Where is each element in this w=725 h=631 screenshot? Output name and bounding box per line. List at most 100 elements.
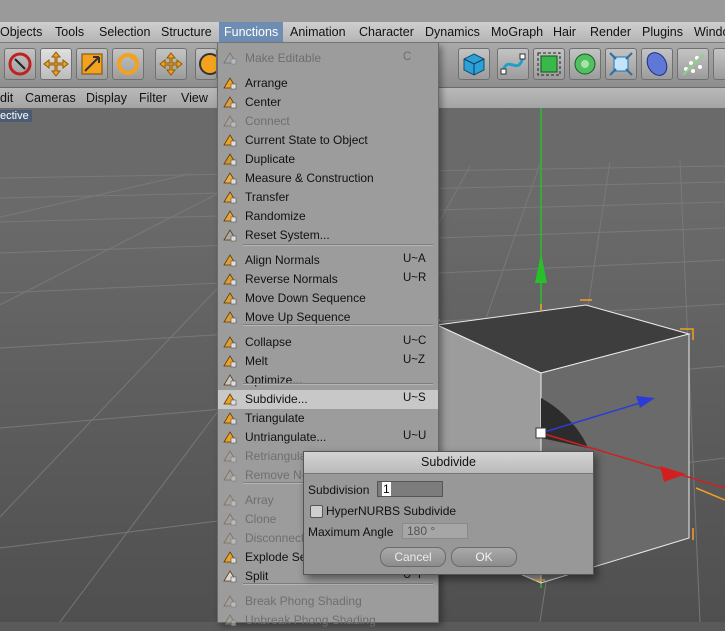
subdivision-input[interactable]: 1 <box>377 481 443 497</box>
light-icon[interactable] <box>713 48 725 80</box>
menu-item-unbreak-phong-shading: Unbreak Phong Shading <box>218 611 438 630</box>
menu-item-label: Subdivide... <box>245 392 308 406</box>
menu-item-align-normals[interactable]: Align Normals U~A <box>218 251 438 270</box>
live-selection-icon[interactable] <box>4 48 36 80</box>
menu-functions[interactable]: Functions <box>219 22 284 42</box>
center-icon <box>222 95 238 110</box>
spline-icon[interactable] <box>497 48 529 80</box>
menu-plugins[interactable]: Plugins <box>642 25 683 39</box>
max-angle-input[interactable]: 180 ° <box>402 523 468 539</box>
viewport-menu-cameras[interactable]: Cameras <box>25 91 76 105</box>
menu-item-melt[interactable]: Melt U~Z <box>218 352 438 371</box>
menu-render[interactable]: Render <box>590 25 631 39</box>
menu-character[interactable]: Character <box>359 25 414 39</box>
menu-separator <box>243 583 433 585</box>
menu-item-label: Unbreak Phong Shading <box>245 613 376 627</box>
menu-item-shortcut: U~A <box>403 253 426 265</box>
menu-item-subdivide[interactable]: Subdivide... U~S <box>218 390 438 409</box>
clone-icon <box>222 512 238 527</box>
menu-item-label: Break Phong Shading <box>245 594 362 608</box>
menu-item-shortcut: U~S <box>403 392 426 404</box>
menu-item-center[interactable]: Center <box>218 93 438 112</box>
melt-icon <box>222 354 238 369</box>
menu-item-move-down-sequence[interactable]: Move Down Sequence <box>218 289 438 308</box>
menu-item-label: Current State to Object <box>245 133 368 147</box>
current-state-icon <box>222 133 238 148</box>
menu-item-optimize[interactable]: Optimize... <box>218 371 438 390</box>
viewport-menu-view[interactable]: View <box>181 91 208 105</box>
particle-icon[interactable] <box>677 48 709 80</box>
move-tool-icon[interactable] <box>40 48 72 80</box>
menu-item-label: Duplicate <box>245 152 296 166</box>
menu-item-label: Center <box>245 95 282 109</box>
untriangulate-icon <box>222 430 238 445</box>
scene-icon[interactable] <box>641 48 673 80</box>
menu-item-label: Reset System... <box>245 228 330 242</box>
viewport-menu-filter[interactable]: Filter <box>139 91 167 105</box>
menu-selection[interactable]: Selection <box>99 25 150 39</box>
menu-hair[interactable]: Hair <box>553 25 576 39</box>
hypernurbs-label: HyperNURBS Subdivide <box>326 504 457 518</box>
menu-item-reset-system[interactable]: Reset System... <box>218 226 438 245</box>
menu-item-label: Transfer <box>245 190 290 204</box>
menu-item-current-state-to-object[interactable]: Current State to Object <box>218 131 438 150</box>
rotate-tool-icon[interactable] <box>112 48 144 80</box>
menu-objects[interactable]: Objects <box>0 25 42 39</box>
make-editable-icon <box>222 51 238 66</box>
menu-separator <box>243 244 433 246</box>
ok-button[interactable]: OK <box>451 547 517 567</box>
nurbs-icon[interactable] <box>533 48 565 80</box>
menu-dynamics[interactable]: Dynamics <box>425 25 480 39</box>
menu-item-label: Array <box>245 493 274 507</box>
viewport-camera-label: ective <box>0 110 32 122</box>
array-object-icon[interactable] <box>569 48 601 80</box>
move-axis-icon[interactable] <box>155 48 187 80</box>
menu-item-shortcut: U~Z <box>403 354 426 366</box>
deformer-icon[interactable] <box>605 48 637 80</box>
cube-object-icon[interactable] <box>458 48 490 80</box>
hypernurbs-checkbox[interactable] <box>310 505 323 518</box>
optimize-icon <box>222 373 238 388</box>
window-title-strip <box>0 0 725 22</box>
menu-item-break-phong-shading: Break Phong Shading <box>218 592 438 611</box>
break-phong-icon <box>222 594 238 609</box>
menu-item-collapse[interactable]: Collapse U~C <box>218 333 438 352</box>
menu-item-transfer[interactable]: Transfer <box>218 188 438 207</box>
menu-item-label: Align Normals <box>245 253 320 267</box>
max-angle-label: Maximum Angle <box>308 525 394 539</box>
object-axis-handle[interactable] <box>535 427 547 439</box>
viewport-menu-display[interactable]: Display <box>86 91 127 105</box>
arrange-icon <box>222 76 238 91</box>
menu-animation[interactable]: Animation <box>290 25 346 39</box>
menu-item-label: Measure & Construction <box>245 171 374 185</box>
menu-tools[interactable]: Tools <box>55 25 84 39</box>
menu-item-label: Explode Se <box>245 550 307 564</box>
menu-item-label: Remove N- <box>245 468 306 482</box>
menu-item-arrange[interactable]: Arrange <box>218 74 438 93</box>
menu-item-untriangulate[interactable]: Untriangulate... U~U <box>218 428 438 447</box>
menu-item-label: Reverse Normals <box>245 272 338 286</box>
menu-window[interactable]: Windo <box>694 25 725 39</box>
menu-mograph[interactable]: MoGraph <box>491 25 543 39</box>
subdivision-label: Subdivision <box>308 483 370 497</box>
menu-item-duplicate[interactable]: Duplicate <box>218 150 438 169</box>
menu-item-label: Arrange <box>245 76 288 90</box>
cancel-button[interactable]: Cancel <box>380 547 446 567</box>
menu-item-shortcut: U~U <box>403 430 427 442</box>
x-axis-lock-icon[interactable] <box>195 48 217 80</box>
menu-item-reverse-normals[interactable]: Reverse Normals U~R <box>218 270 438 289</box>
menu-item-shortcut: C <box>403 51 412 63</box>
subdivide-icon <box>222 392 238 407</box>
menu-separator <box>243 383 433 385</box>
explode-icon <box>222 550 238 565</box>
randomize-icon <box>222 209 238 224</box>
menu-item-randomize[interactable]: Randomize <box>218 207 438 226</box>
menu-item-measure-construction[interactable]: Measure & Construction <box>218 169 438 188</box>
menu-item-label: Disconnect <box>245 531 305 545</box>
menu-item-triangulate[interactable]: Triangulate <box>218 409 438 428</box>
menu-structure[interactable]: Structure <box>161 25 212 39</box>
menu-item-label: Melt <box>245 354 268 368</box>
scale-tool-icon[interactable] <box>76 48 108 80</box>
split-icon <box>222 569 238 584</box>
viewport-menu-edit[interactable]: dit <box>0 91 13 105</box>
